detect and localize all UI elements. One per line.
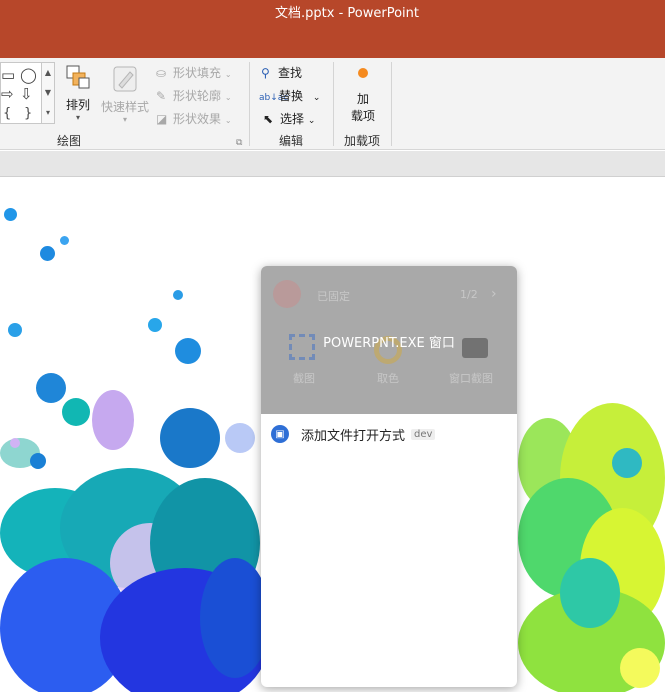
group-separator bbox=[391, 62, 392, 146]
quick-styles-icon bbox=[113, 66, 137, 92]
replace-icon: ab↓ac bbox=[259, 93, 289, 103]
shape-effects-button[interactable]: ◪ 形状效果 ⌄ bbox=[156, 110, 232, 127]
dialog-launcher-icon[interactable]: ⧉ bbox=[236, 138, 242, 148]
arrange-dropdown-icon: ▾ bbox=[75, 113, 80, 122]
pinned-label: 已固定 bbox=[317, 290, 350, 303]
select-button[interactable]: ⬉ 选择 ⌄ bbox=[263, 110, 315, 127]
search-icon: ⚲ bbox=[261, 66, 270, 80]
effects-icon: ◪ bbox=[156, 112, 168, 126]
scroll-up-icon[interactable]: ▲ bbox=[42, 63, 54, 83]
app-avatar bbox=[273, 280, 301, 308]
popup-window-title: POWERPNT.EXE 窗口 bbox=[323, 336, 455, 351]
addins-group-label: 加载项 bbox=[344, 134, 381, 148]
drawing-group-label: 绘图 bbox=[57, 134, 82, 148]
pen-icon: ✎ bbox=[156, 89, 167, 103]
shapes-gallery[interactable]: ▭ ◯ ⇨ ⇩ { } ▲ ▼ ▾ bbox=[0, 62, 55, 124]
color-pick-action-label: 取色 bbox=[377, 372, 399, 385]
shape-outline-label: 形状轮廓 bbox=[173, 89, 222, 103]
screenshot-action-label: 截图 bbox=[293, 372, 315, 385]
oval-shape-icon[interactable]: ◯ bbox=[20, 68, 37, 83]
select-label: 选择 bbox=[280, 112, 305, 126]
arrange-button[interactable]: 排列 ▾ bbox=[61, 64, 95, 122]
addins-label-line1: 加 bbox=[356, 92, 369, 106]
popup-header: 已固定 1/2 › 截图 取色 窗口截图 POWERPNT.EXE 窗口 bbox=[261, 266, 517, 414]
quick-styles-dropdown-icon: ▾ bbox=[122, 115, 127, 124]
addin-icon bbox=[358, 68, 368, 78]
page-indicator: 1/2 bbox=[460, 288, 478, 301]
dev-badge: dev bbox=[411, 428, 436, 440]
title-bar: 文档.pptx - PowerPoint bbox=[0, 0, 665, 58]
addins-label-line2: 载项 bbox=[350, 109, 375, 123]
add-open-method-label: 添加文件打开方式 bbox=[301, 428, 406, 444]
chevron-down-icon: ⌄ bbox=[224, 70, 232, 79]
window-title: 文档.pptx - PowerPoint bbox=[275, 6, 419, 21]
group-separator bbox=[249, 62, 250, 146]
group-separator bbox=[333, 62, 334, 146]
ribbon-collapsed-bar bbox=[0, 151, 665, 177]
chevron-down-icon: ⌄ bbox=[312, 93, 321, 103]
chevron-down-icon: ⌄ bbox=[224, 116, 232, 125]
editing-group-label: 编辑 bbox=[279, 134, 304, 148]
down-arrow-shape-icon[interactable]: ⇩ bbox=[20, 87, 33, 102]
paint-bucket-icon: ⛀ bbox=[156, 66, 167, 80]
find-label: 查找 bbox=[278, 66, 303, 80]
arrange-label: 排列 bbox=[65, 98, 90, 112]
right-brace-shape-icon[interactable]: } bbox=[24, 107, 32, 120]
chevron-down-icon: ⌄ bbox=[307, 116, 316, 126]
shape-fill-button[interactable]: ⛀ 形状填充 ⌄ bbox=[156, 64, 232, 81]
shape-effects-label: 形状效果 bbox=[173, 112, 222, 126]
window-context-popup: 已固定 1/2 › 截图 取色 窗口截图 POWERPNT.EXE 窗口 ▣ 添… bbox=[261, 266, 517, 687]
shape-fill-label: 形状填充 bbox=[173, 66, 222, 80]
add-open-method-item[interactable]: ▣ 添加文件打开方式 dev bbox=[271, 423, 436, 445]
chevron-right-icon[interactable]: › bbox=[491, 286, 497, 302]
cursor-icon: ⬉ bbox=[263, 112, 274, 126]
shape-outline-button[interactable]: ✎ 形状轮廓 ⌄ bbox=[156, 87, 232, 104]
ribbon: ▭ ◯ ⇨ ⇩ { } ▲ ▼ ▾ 排列 ▾ 快速样式 ▾ ⛀ 形状填充 ⌄ ✎ 形… bbox=[0, 58, 665, 150]
replace-button[interactable]: ab↓ac替换 ⌄ bbox=[259, 87, 320, 104]
quick-styles-button[interactable]: 快速样式 ▾ bbox=[100, 64, 150, 124]
left-brace-shape-icon[interactable]: { bbox=[3, 107, 11, 120]
addins-button[interactable]: 加 载项 bbox=[345, 68, 381, 124]
folder-icon: ▣ bbox=[271, 425, 289, 443]
scroll-down-icon[interactable]: ▼ bbox=[42, 83, 54, 103]
rectangle-shape-icon[interactable]: ▭ bbox=[1, 68, 15, 83]
right-arrow-shape-icon[interactable]: ⇨ bbox=[1, 87, 14, 102]
find-button[interactable]: ⚲ 查找 bbox=[261, 64, 302, 81]
quick-styles-label: 快速样式 bbox=[100, 100, 149, 114]
arrange-icon bbox=[66, 65, 90, 89]
gallery-more-icon[interactable]: ▾ bbox=[42, 103, 54, 123]
window-screenshot-action-label: 窗口截图 bbox=[449, 372, 493, 385]
chevron-down-icon: ⌄ bbox=[224, 93, 232, 102]
gallery-scrollbar[interactable]: ▲ ▼ ▾ bbox=[41, 63, 54, 123]
replace-label: 替换 bbox=[279, 89, 304, 103]
